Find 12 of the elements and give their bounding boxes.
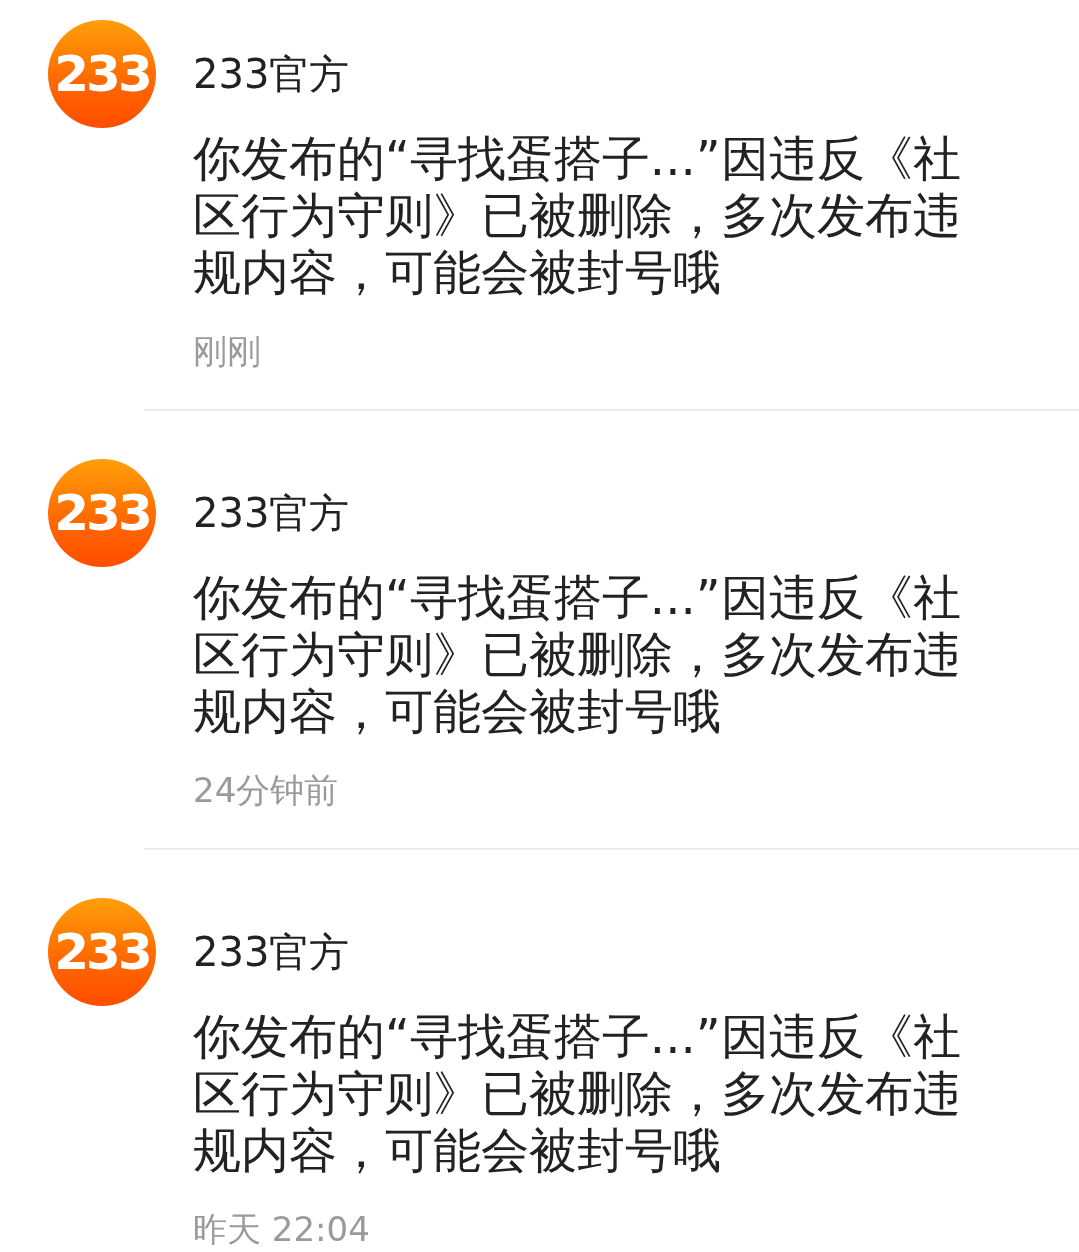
- sender-name: 233官方: [193, 491, 351, 535]
- app-logo: 233: [48, 898, 156, 1006]
- sender-name: 233官方: [193, 930, 351, 974]
- message-text: 你发布的“寻找蛋搭子...”因违反《社区行为守则》已被删除，多次发布违规内容，可能会被封号哦: [193, 130, 962, 301]
- app-logo: 233: [48, 20, 156, 128]
- app-logo: 233: [48, 459, 156, 567]
- message-time: 昨天 22:04: [193, 1209, 371, 1249]
- message-text: 你发布的“寻找蛋搭子...”因违反《社区行为守则》已被删除，多次发布违规内容，可能会被封号哦: [193, 1008, 962, 1179]
- message-time: 刚刚: [193, 331, 262, 371]
- message-time: 24分钟前: [193, 770, 340, 810]
- sender-name: 233官方: [193, 52, 351, 96]
- message-text: 你发布的“寻找蛋搭子...”因违反《社区行为守则》已被删除，多次发布违规内容，可能会被封号哦: [193, 569, 962, 740]
